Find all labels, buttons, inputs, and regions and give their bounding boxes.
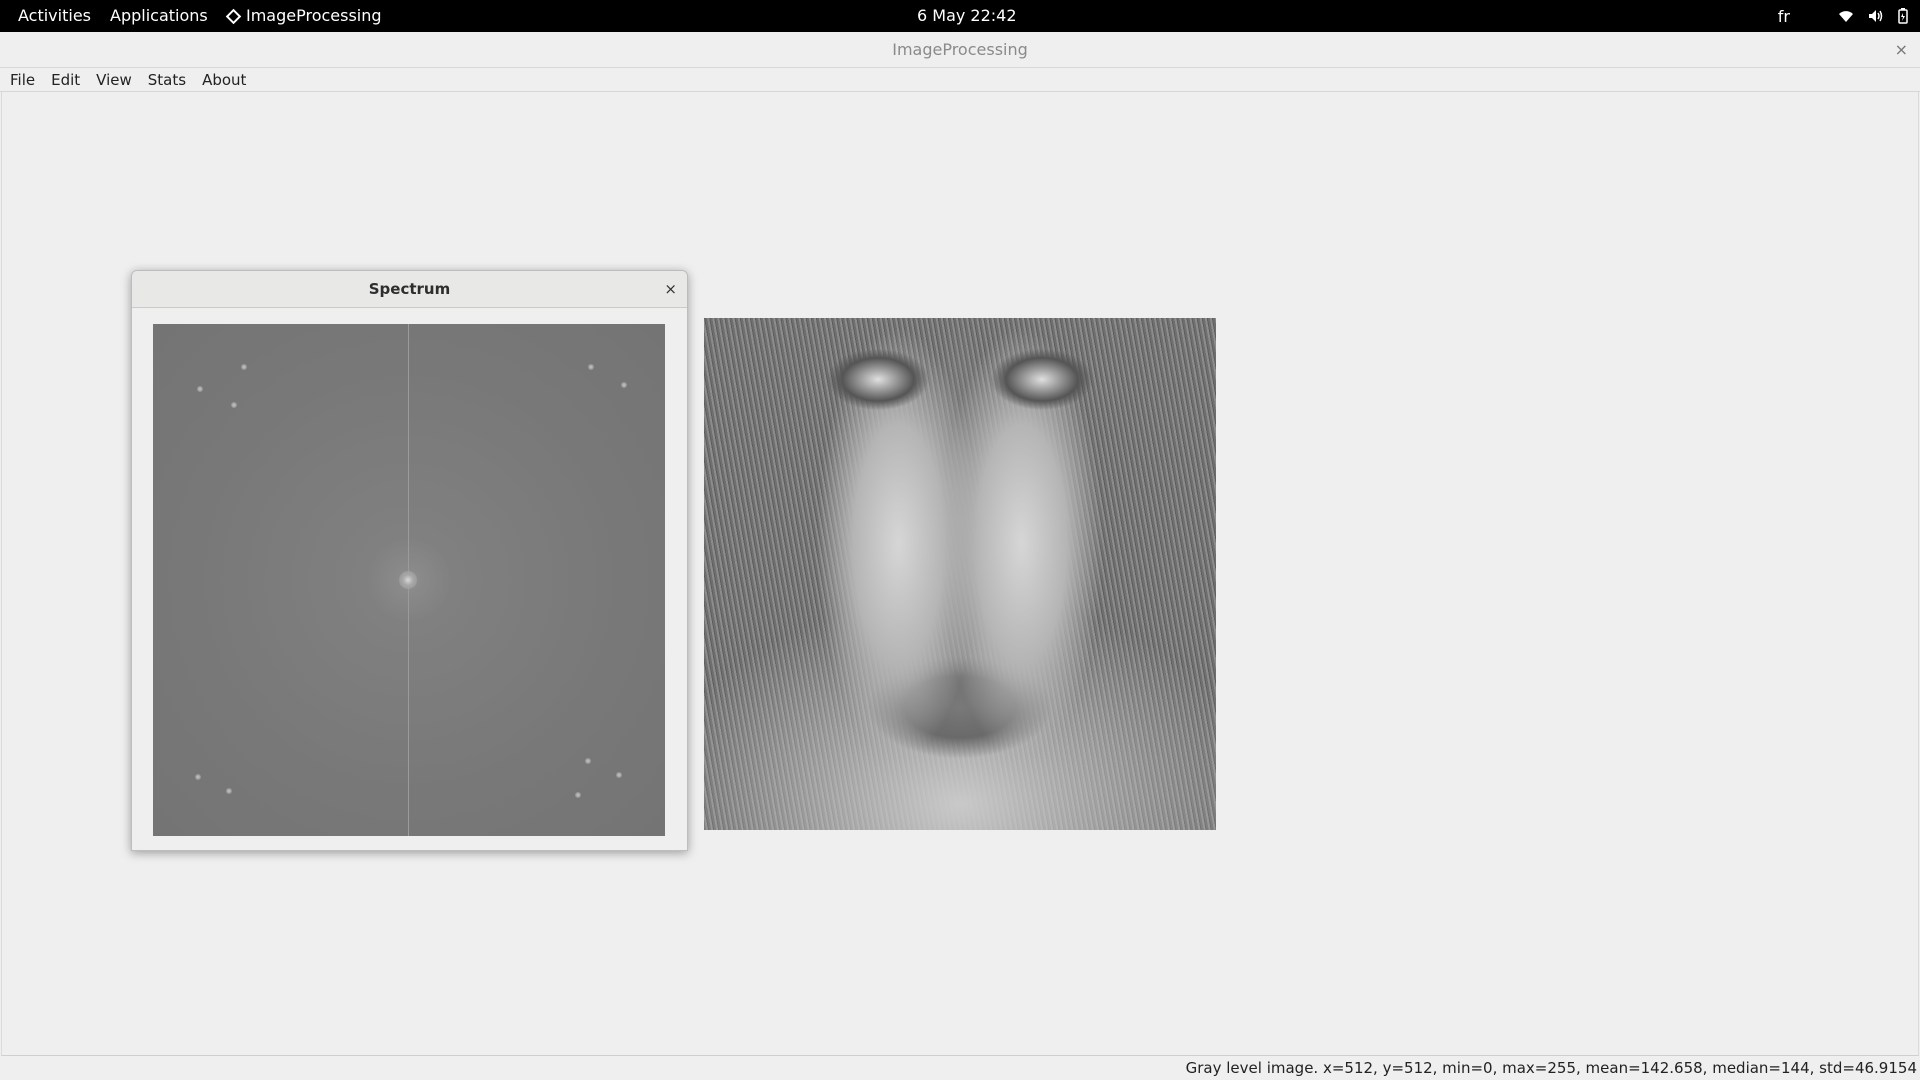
- spectrum-dialog-close-icon[interactable]: ×: [664, 271, 677, 307]
- app-menu-label: ImageProcessing: [246, 6, 382, 25]
- window-title: ImageProcessing: [892, 40, 1028, 59]
- spectrum-dialog: Spectrum ×: [131, 270, 688, 851]
- menu-edit[interactable]: Edit: [43, 68, 88, 91]
- window-titlebar[interactable]: ImageProcessing ×: [0, 32, 1920, 68]
- spectrum-peak: [226, 788, 232, 794]
- spectrum-peak: [195, 774, 201, 780]
- spectrum-peak: [241, 364, 247, 370]
- menu-stats[interactable]: Stats: [140, 68, 194, 91]
- status-bar: Gray level image. x=512, y=512, min=0, m…: [0, 1057, 1920, 1080]
- spectrum-peak: [231, 402, 237, 408]
- menu-file[interactable]: File: [2, 68, 43, 91]
- menu-about[interactable]: About: [194, 68, 254, 91]
- activities-button[interactable]: Activities: [18, 0, 91, 32]
- menu-view[interactable]: View: [88, 68, 140, 91]
- system-tray[interactable]: fr: [1778, 0, 1908, 32]
- applications-menu[interactable]: Applications: [110, 0, 208, 32]
- app-diamond-icon: [225, 8, 242, 24]
- spectrum-peak: [588, 364, 594, 370]
- spectrum-peak: [575, 792, 581, 798]
- spectrum-peak: [197, 386, 203, 392]
- app-menu[interactable]: ImageProcessing: [225, 0, 382, 32]
- spectrum-peak: [621, 382, 627, 388]
- clock[interactable]: 6 May 22:42: [917, 0, 1017, 32]
- status-text: Gray level image. x=512, y=512, min=0, m…: [1185, 1059, 1917, 1077]
- spectrum-dialog-header[interactable]: Spectrum ×: [132, 271, 687, 308]
- wifi-icon: [1839, 11, 1853, 22]
- top-bar: Activities Applications ImageProcessing …: [0, 0, 1920, 32]
- spectrum-dialog-title: Spectrum: [368, 280, 451, 298]
- spectrum-image: [153, 324, 665, 836]
- spectrum-dc-peak: [399, 571, 417, 589]
- window-close-icon[interactable]: ×: [1895, 32, 1908, 68]
- menu-bar: File Edit View Stats About: [0, 68, 1920, 92]
- spectrum-peak: [616, 772, 622, 778]
- keyboard-layout-indicator[interactable]: fr: [1778, 7, 1790, 26]
- battery-icon: [1898, 8, 1908, 24]
- spectrum-peak: [585, 758, 591, 764]
- mandrill-image[interactable]: [704, 318, 1216, 830]
- volume-icon: [1869, 10, 1883, 22]
